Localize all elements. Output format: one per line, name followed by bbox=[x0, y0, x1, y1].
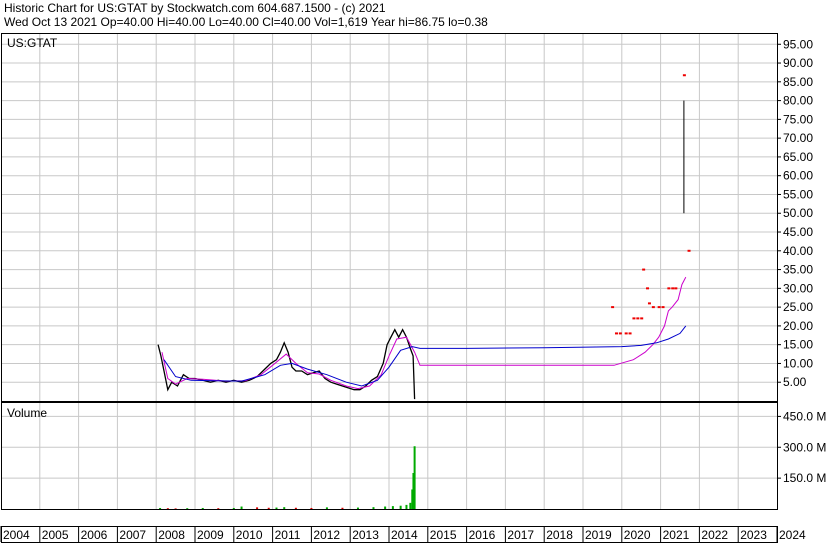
year-label: 2022 bbox=[701, 528, 728, 542]
volume-bar bbox=[391, 506, 394, 509]
price-tick-label: 45.00 bbox=[783, 225, 813, 239]
price-lines bbox=[157, 100, 687, 400]
year-label: 2012 bbox=[313, 528, 340, 542]
price-dot bbox=[614, 332, 618, 335]
price-dot bbox=[624, 332, 628, 335]
price-panel-title: US:GTAT bbox=[7, 36, 58, 50]
year-label: 2020 bbox=[624, 528, 651, 542]
year-label: 2005 bbox=[42, 528, 69, 542]
volume-bar bbox=[240, 506, 243, 509]
price-tick-label: 30.00 bbox=[783, 281, 813, 295]
year-label: 2007 bbox=[119, 528, 146, 542]
volume-tick-label: 150.0 M bbox=[783, 471, 826, 485]
volume-bar bbox=[283, 507, 286, 509]
year-label: 2013 bbox=[352, 528, 379, 542]
volume-bars bbox=[159, 446, 416, 509]
volume-bar bbox=[341, 507, 344, 509]
year-label: 2018 bbox=[546, 528, 573, 542]
price-dot bbox=[618, 332, 622, 335]
volume-tick-label: 300.0 M bbox=[783, 440, 826, 454]
price-tick-label: 20.00 bbox=[783, 319, 813, 333]
price-tick-label: 55.00 bbox=[783, 187, 813, 201]
volume-bar bbox=[294, 507, 297, 509]
price-dot bbox=[661, 306, 665, 309]
volume-bar bbox=[405, 504, 408, 509]
price-tick-label: 95.00 bbox=[783, 37, 813, 51]
price-dot bbox=[687, 249, 691, 252]
volume-bar bbox=[356, 507, 359, 509]
year-label: 2008 bbox=[158, 528, 185, 542]
volume-bar bbox=[256, 507, 259, 509]
price-tick-label: 85.00 bbox=[783, 75, 813, 89]
volume-bar bbox=[174, 508, 177, 509]
volume-bar bbox=[159, 507, 162, 509]
year-label: 2017 bbox=[507, 528, 534, 542]
price-tick-label: 80.00 bbox=[783, 94, 813, 108]
volume-bar bbox=[409, 502, 412, 509]
year-label: 2004 bbox=[3, 528, 30, 542]
year-label: 2010 bbox=[236, 528, 263, 542]
price-tick-label: 60.00 bbox=[783, 169, 813, 183]
volume-bar bbox=[201, 507, 204, 509]
volume-bar bbox=[267, 507, 270, 509]
series-ma-long bbox=[163, 325, 687, 387]
price-tick-label: 65.00 bbox=[783, 150, 813, 164]
price-tick-label: 40.00 bbox=[783, 244, 813, 258]
price-dot bbox=[682, 74, 686, 77]
volume-bar bbox=[413, 446, 416, 509]
year-label: 2014 bbox=[391, 528, 418, 542]
price-dot bbox=[642, 268, 646, 271]
price-tick-label: 90.00 bbox=[783, 56, 813, 70]
grid-layer bbox=[1, 33, 777, 509]
year-label: 2009 bbox=[197, 528, 224, 542]
stock-chart: 5.00 10.00 15.00 20.00 25.00 30.00 35.00 40.00 4… bbox=[0, 33, 826, 543]
price-dot bbox=[647, 302, 651, 305]
volume-bar bbox=[372, 507, 375, 509]
price-dot bbox=[651, 306, 655, 309]
volume-tick-label: 450.0 M bbox=[783, 409, 826, 423]
price-tick-label: 35.00 bbox=[783, 263, 813, 277]
volume-bar bbox=[399, 505, 402, 509]
volume-bar bbox=[232, 507, 235, 509]
price-dot bbox=[671, 287, 675, 290]
price-dot bbox=[636, 317, 640, 320]
series-ma-short bbox=[161, 276, 687, 390]
year-label: 2016 bbox=[469, 528, 496, 542]
year-label: 2011 bbox=[275, 528, 301, 542]
volume-bar bbox=[186, 508, 189, 509]
price-dot bbox=[667, 287, 671, 290]
volume-bar bbox=[310, 507, 313, 509]
year-label: 2019 bbox=[585, 528, 612, 542]
price-dot bbox=[611, 306, 615, 309]
year-label: 2024 bbox=[779, 528, 806, 542]
price-tick-label: 70.00 bbox=[783, 131, 813, 145]
price-dot bbox=[628, 332, 632, 335]
volume-bar bbox=[384, 506, 387, 509]
price-tick-label: 75.00 bbox=[783, 112, 813, 126]
price-dot bbox=[674, 287, 678, 290]
price-dots bbox=[611, 74, 691, 335]
year-label: 2023 bbox=[740, 528, 767, 542]
price-tick-label: 5.00 bbox=[783, 375, 807, 389]
volume-bar bbox=[166, 508, 169, 509]
year-label: 2015 bbox=[430, 528, 457, 542]
price-dot bbox=[646, 287, 650, 290]
volume-bar bbox=[217, 508, 220, 509]
price-tick-label: 15.00 bbox=[783, 338, 813, 352]
volume-panel-title: Volume bbox=[7, 406, 47, 420]
volume-bar bbox=[275, 507, 278, 509]
price-tick-label: 10.00 bbox=[783, 356, 813, 370]
price-dot bbox=[640, 317, 644, 320]
price-tick-label: 25.00 bbox=[783, 300, 813, 314]
year-label: 2021 bbox=[663, 528, 690, 542]
volume-bar bbox=[325, 507, 328, 509]
price-dot bbox=[632, 317, 636, 320]
price-tick-label: 50.00 bbox=[783, 206, 813, 220]
price-dot bbox=[657, 306, 661, 309]
year-label: 2006 bbox=[81, 528, 108, 542]
